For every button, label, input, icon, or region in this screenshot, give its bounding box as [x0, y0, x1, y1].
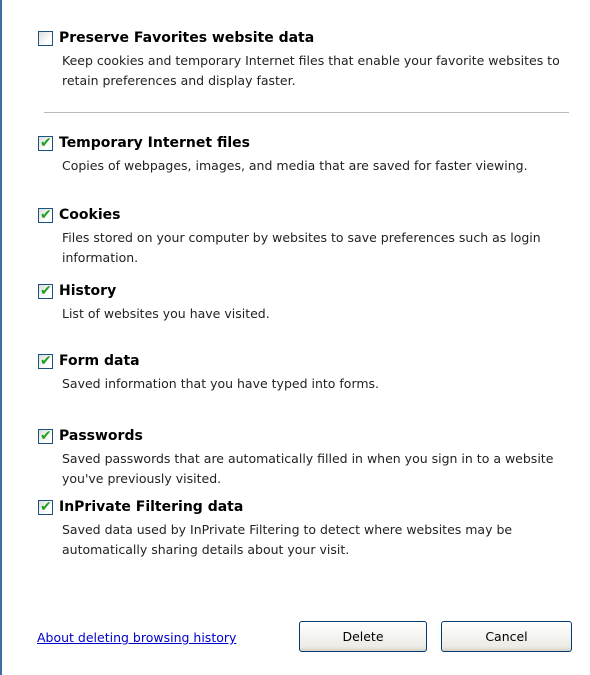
- delete-button[interactable]: Delete: [299, 621, 427, 652]
- option-title: Cookies: [59, 207, 121, 223]
- option-description: Files stored on your computer by website…: [62, 230, 541, 265]
- option-form-data: ✔ Form data Saved information that you h…: [38, 351, 578, 394]
- option-header: ✔ InPrivate Filtering data: [38, 497, 578, 517]
- option-cookies: ✔ Cookies Files stored on your computer …: [38, 205, 578, 268]
- form-data-checkbox[interactable]: ✔: [38, 352, 53, 369]
- preserve-favorites-checkbox[interactable]: [38, 30, 53, 46]
- option-preserve-favorites: Preserve Favorites website data Keep coo…: [38, 28, 578, 91]
- option-history: ✔ History List of websites you have visi…: [38, 281, 578, 324]
- option-description: Saved passwords that are automatically f…: [62, 451, 554, 486]
- history-checkbox[interactable]: ✔: [38, 282, 53, 299]
- checkmark-icon: ✔: [40, 427, 52, 444]
- checkmark-icon: ✔: [40, 134, 52, 151]
- checkmark-icon: ✔: [40, 282, 52, 299]
- delete-browsing-history-dialog: Preserve Favorites website data Keep coo…: [0, 0, 590, 675]
- option-header: ✔ History: [38, 281, 578, 301]
- option-description: Saved data used by InPrivate Filtering t…: [62, 522, 513, 557]
- temporary-internet-files-checkbox[interactable]: ✔: [38, 134, 53, 151]
- checkmark-icon: ✔: [40, 352, 52, 369]
- option-header: Preserve Favorites website data: [38, 28, 578, 48]
- option-description: List of websites you have visited.: [62, 306, 270, 321]
- cancel-button[interactable]: Cancel: [441, 621, 572, 652]
- option-title: Temporary Internet files: [59, 135, 250, 151]
- option-title: InPrivate Filtering data: [59, 499, 244, 515]
- checkmark-icon: ✔: [40, 206, 52, 223]
- option-description: Keep cookies and temporary Internet file…: [62, 53, 560, 88]
- option-description: Saved information that you have typed in…: [62, 376, 380, 391]
- option-title: Passwords: [59, 428, 143, 444]
- option-description: Copies of webpages, images, and media th…: [62, 158, 528, 173]
- option-header: ✔ Cookies: [38, 205, 578, 225]
- option-title: Form data: [59, 353, 140, 369]
- option-inprivate-filtering-data: ✔ InPrivate Filtering data Saved data us…: [38, 497, 578, 560]
- option-title: History: [59, 283, 117, 299]
- inprivate-filtering-checkbox[interactable]: ✔: [38, 498, 53, 515]
- option-passwords: ✔ Passwords Saved passwords that are aut…: [38, 426, 578, 489]
- cookies-checkbox[interactable]: ✔: [38, 206, 53, 223]
- checkmark-icon: ✔: [40, 498, 52, 515]
- separator: [44, 112, 569, 114]
- passwords-checkbox[interactable]: ✔: [38, 427, 53, 444]
- option-title: Preserve Favorites website data: [59, 30, 315, 46]
- option-header: ✔ Passwords: [38, 426, 578, 446]
- option-header: ✔ Temporary Internet files: [38, 133, 578, 153]
- option-header: ✔ Form data: [38, 351, 578, 371]
- option-temporary-internet-files: ✔ Temporary Internet files Copies of web…: [38, 133, 578, 176]
- about-deleting-history-link[interactable]: About deleting browsing history: [37, 630, 236, 645]
